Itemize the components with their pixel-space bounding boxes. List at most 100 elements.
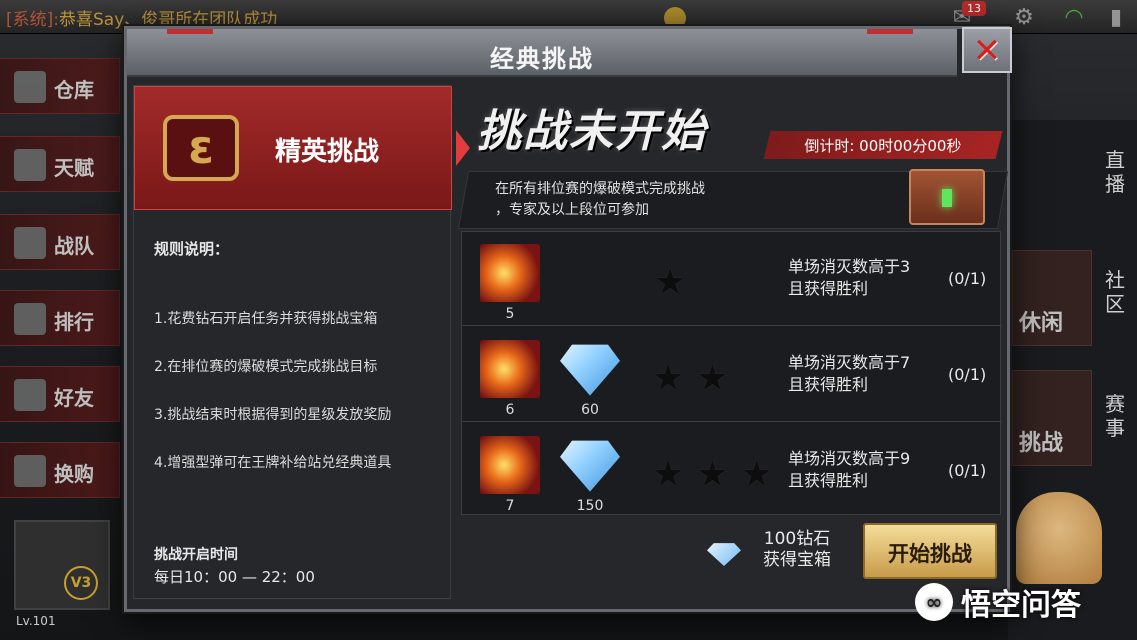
wukong-logo-icon: ∞ <box>915 583 953 621</box>
challenge-row: 5 ★ 单场消灭数高于3 且获得胜利 (0/1) <box>462 232 1002 326</box>
nav-ranking[interactable]: 排行 <box>0 290 120 346</box>
battery-icon: ▮ <box>1109 5 1123 30</box>
nav-team[interactable]: 战队 <box>0 214 120 270</box>
nav-warehouse[interactable]: 仓库 <box>0 58 120 114</box>
countdown-bar: 倒计时: 00时00分00秒 <box>763 131 1003 159</box>
watermark: ∞ 悟空问答 <box>915 580 1081 624</box>
trophy-icon <box>14 303 46 335</box>
warehouse-icon <box>14 71 46 103</box>
settings-icon[interactable]: ⚙ <box>1012 6 1036 30</box>
talent-icon <box>14 149 46 181</box>
chevron-right-icon <box>456 130 470 166</box>
nav-label: 换购 <box>54 462 94 486</box>
challenge-progress: (0/1) <box>948 365 987 384</box>
dialog-title: 经典挑战 <box>490 45 594 73</box>
challenge-row: 7 150 ★★★ 单场消灭数高于9 且获得胜利 (0/1) <box>462 424 1002 518</box>
condition-line: 单场消灭数高于7 <box>788 353 911 372</box>
nav-label: 战队 <box>54 234 94 258</box>
tab-tournament[interactable]: 赛事 <box>1100 392 1130 440</box>
enhanced-bullet-icon <box>480 340 540 398</box>
team-icon <box>14 227 46 259</box>
challenge-description: 在所有排位赛的爆破模式完成挑战 ，专家及以上段位可参加 <box>495 179 705 221</box>
star-rating: ★★★ <box>652 454 785 495</box>
start-challenge-label: 开始挑战 <box>888 542 972 566</box>
rules-title: 规则说明： <box>154 240 230 258</box>
rule-item: 4.增强型弹可在王牌补给站兑经典道具 <box>154 455 392 471</box>
reward-diamonds: 150 <box>560 436 620 514</box>
classic-challenge-dialog: 经典挑战 ε 精英挑战 规则说明： 1.花费钻石开启任务并获得挑战宝箱 2.在排… <box>124 26 1010 612</box>
reward-amount: 7 <box>505 498 515 514</box>
enhanced-bullet-icon <box>480 244 540 302</box>
mode-casual-card[interactable]: 休闲 <box>1012 250 1092 346</box>
reward-diamonds: 60 <box>560 340 620 418</box>
treasure-chest-icon[interactable] <box>909 169 985 225</box>
title-accent <box>867 29 913 34</box>
challenge-progress: (0/1) <box>948 461 987 480</box>
star-rating: ★★ <box>652 358 741 399</box>
elite-challenge-label: 精英挑战 <box>275 137 380 167</box>
start-challenge-button[interactable]: 开始挑战 <box>863 523 997 579</box>
nav-label: 排行 <box>54 310 94 334</box>
cost-label: 100钻石 获得宝箱 <box>763 529 831 571</box>
countdown-text: 倒计时: 00时00分00秒 <box>804 137 962 155</box>
close-button[interactable]: ✕ <box>962 27 1012 73</box>
reward-bullets: 5 <box>480 244 540 322</box>
player-avatar[interactable] <box>14 520 110 610</box>
diamond-icon <box>560 344 620 396</box>
tab-live[interactable]: 直播 <box>1100 148 1130 196</box>
mail-badge: 13 <box>962 1 986 16</box>
reward-amount: 5 <box>505 306 515 322</box>
cost-result: 获得宝箱 <box>763 550 831 570</box>
open-time-value: 每日10：00 — 22：00 <box>154 568 315 586</box>
condition-line: 且获得胜利 <box>788 471 869 490</box>
challenge-info-panel: ε 精英挑战 规则说明： 1.花费钻石开启任务并获得挑战宝箱 2.在排位赛的爆破… <box>133 85 470 599</box>
tools-icon <box>14 455 46 487</box>
nav-talent[interactable]: 天赋 <box>0 136 120 192</box>
reward-amount: 150 <box>576 498 604 514</box>
description-line: 在所有排位赛的爆破模式完成挑战 <box>495 181 705 197</box>
reward-amount: 60 <box>581 402 599 418</box>
challenge-row: 6 60 ★★ 单场消灭数高于7 且获得胜利 (0/1) <box>462 328 1002 422</box>
challenge-condition: 单场消灭数高于3 且获得胜利 <box>788 256 910 300</box>
description-line: ，专家及以上段位可参加 <box>495 202 649 218</box>
mode-challenge-card[interactable]: 挑战 <box>1012 370 1092 466</box>
close-icon: ✕ <box>972 31 1002 71</box>
watermark-text: 悟空问答 <box>961 588 1081 623</box>
cost-amount: 100钻石 <box>763 529 831 549</box>
diamond-icon <box>560 440 620 492</box>
condition-line: 且获得胜利 <box>788 375 869 394</box>
nav-exchange[interactable]: 换购 <box>0 442 120 498</box>
challenge-progress: (0/1) <box>948 269 987 288</box>
player-level: Lv.101 <box>16 614 56 628</box>
challenge-tiers: 5 ★ 单场消灭数高于3 且获得胜利 (0/1) 6 60 ★★ 单场消灭数高于… <box>461 231 1002 518</box>
title-accent <box>167 29 213 34</box>
dialog-title-bar: 经典挑战 <box>127 29 957 77</box>
mascot-image[interactable] <box>1016 492 1102 584</box>
nav-friends[interactable]: 好友 <box>0 366 120 422</box>
tab-community[interactable]: 社区 <box>1100 268 1130 316</box>
system-tag: [系统]: <box>6 10 59 30</box>
card-label: 休闲 <box>1019 311 1064 336</box>
challenge-status-banner: 挑战未开始 <box>477 106 707 157</box>
star-rating: ★ <box>654 262 699 303</box>
condition-line: 单场消灭数高于3 <box>788 257 911 276</box>
elite-challenge-tab[interactable]: ε 精英挑战 <box>134 86 452 210</box>
vip-badge: V3 <box>64 566 98 600</box>
condition-line: 单场消灭数高于9 <box>788 449 911 468</box>
wifi-icon: ◠ <box>1064 5 1084 30</box>
friends-icon <box>14 379 46 411</box>
nav-label: 好友 <box>54 386 94 410</box>
reward-bullets: 7 <box>480 436 540 514</box>
rule-item: 2.在排位赛的爆破模式完成挑战目标 <box>154 359 378 375</box>
condition-line: 且获得胜利 <box>788 279 869 298</box>
pistol-icon: ε <box>163 115 239 181</box>
reward-amount: 6 <box>505 402 515 418</box>
nav-label: 天赋 <box>54 156 94 180</box>
rule-item: 1.花费钻石开启任务并获得挑战宝箱 <box>154 311 378 327</box>
challenge-condition: 单场消灭数高于7 且获得胜利 <box>788 352 910 396</box>
rule-item: 3.挑战结束时根据得到的星级发放奖励 <box>154 407 392 423</box>
enhanced-bullet-icon <box>480 436 540 494</box>
diamond-cost-icon <box>707 543 741 566</box>
reward-bullets: 6 <box>480 340 540 418</box>
open-time-title: 挑战开启时间 <box>154 547 238 563</box>
